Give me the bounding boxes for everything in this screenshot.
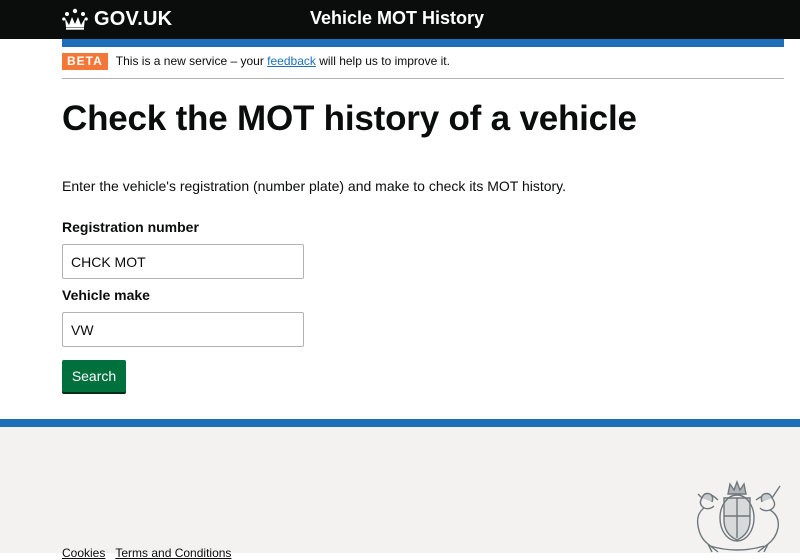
lead-paragraph: Enter the vehicle's registration (number… — [62, 178, 567, 194]
site-header: GOV.UK Vehicle MOT History — [0, 0, 800, 39]
phase-banner: BETA This is a new service – your feedba… — [62, 53, 784, 79]
logo-text: GOV.UK — [94, 7, 173, 30]
crown-icon — [62, 8, 88, 30]
phase-banner-text: This is a new service – your feedback wi… — [116, 53, 450, 70]
footer-links: Cookies Terms and Conditions — [62, 546, 231, 560]
phase-text-after: will help us to improve it. — [315, 54, 450, 68]
cookies-link[interactable]: Cookies — [62, 546, 105, 560]
service-name[interactable]: Vehicle MOT History — [310, 8, 484, 29]
vehicle-make-label: Vehicle make — [62, 287, 150, 303]
feedback-link[interactable]: feedback — [267, 54, 316, 68]
royal-coat-of-arms-icon — [688, 480, 786, 558]
site-footer: Cookies Terms and Conditions — [0, 419, 800, 560]
search-button[interactable]: Search — [62, 360, 126, 392]
page-title: Check the MOT history of a vehicle — [62, 99, 637, 138]
phase-text-before: This is a new service – your — [115, 54, 268, 68]
registration-label: Registration number — [62, 219, 199, 235]
registration-input[interactable] — [62, 244, 304, 279]
beta-tag: BETA — [62, 53, 108, 70]
govuk-logo-link[interactable]: GOV.UK — [62, 6, 172, 32]
vehicle-make-input[interactable] — [62, 312, 304, 347]
header-blue-bar — [62, 39, 784, 47]
terms-link[interactable]: Terms and Conditions — [115, 546, 231, 560]
